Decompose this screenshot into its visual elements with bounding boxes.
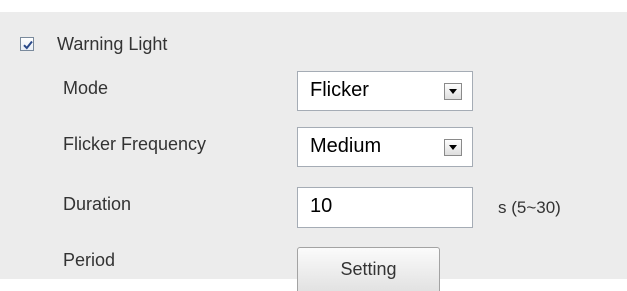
mode-select-value: Flicker	[310, 79, 369, 101]
period-setting-button-label: Setting	[340, 259, 397, 279]
warning-light-panel: Warning Light Mode Flicker Flicker Frequ…	[0, 12, 627, 291]
mode-select[interactable]: Flicker	[297, 71, 473, 111]
check-icon	[23, 40, 33, 50]
period-label: Period	[63, 250, 116, 270]
mode-label: Mode	[63, 78, 109, 98]
warning-light-label: Warning Light	[57, 33, 168, 54]
duration-label: Duration	[63, 194, 132, 214]
chevron-down-icon	[449, 145, 457, 150]
flicker-frequency-label: Flicker Frequency	[63, 134, 207, 154]
mode-dropdown-button[interactable]	[444, 83, 462, 100]
period-setting-button[interactable]: Setting	[297, 247, 440, 291]
flicker-frequency-select-value: Medium	[310, 135, 382, 157]
duration-range-hint: s (5~30)	[498, 198, 561, 217]
duration-input-value: 10	[310, 195, 333, 217]
flicker-frequency-select[interactable]: Medium	[297, 127, 473, 167]
warning-light-row: Warning Light	[20, 34, 167, 54]
chevron-down-icon	[449, 89, 457, 94]
duration-input[interactable]: 10	[297, 187, 473, 228]
flicker-frequency-dropdown-button[interactable]	[444, 139, 462, 156]
warning-light-checkbox[interactable]	[20, 37, 34, 51]
